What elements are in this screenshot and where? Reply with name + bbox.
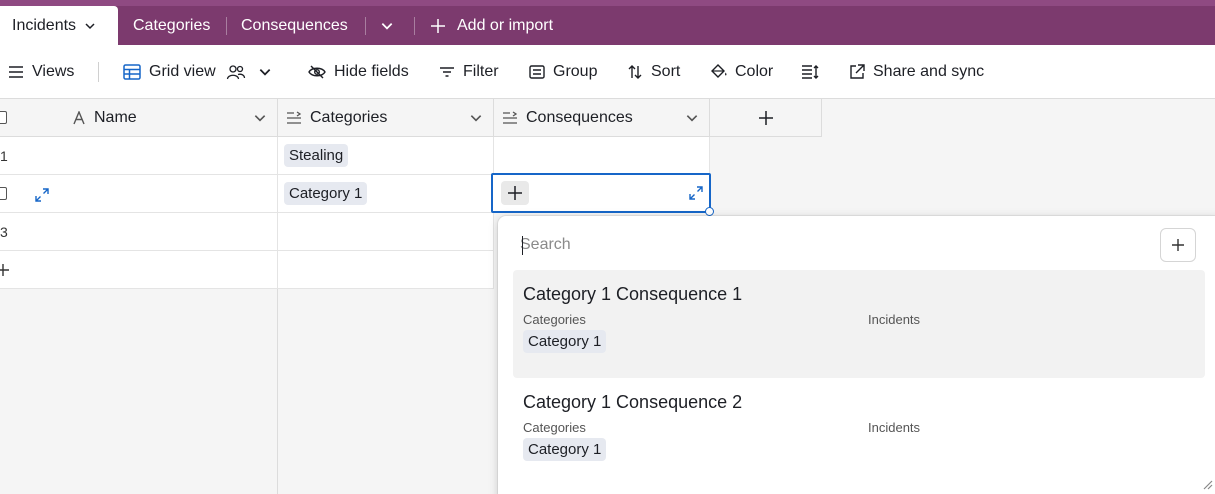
group-icon <box>529 65 545 79</box>
table-tab-bar: Incidents Categories Consequences Add or… <box>0 0 1215 45</box>
tab-divider <box>365 17 366 35</box>
sort-button[interactable]: Sort <box>627 45 680 99</box>
tab-consequences-label: Consequences <box>241 16 348 34</box>
link-record-popover: Category 1 Consequence 1 Categories Inci… <box>498 216 1215 494</box>
plus-icon <box>758 110 773 125</box>
table-row-2-name-cell[interactable] <box>0 175 278 213</box>
record-title: Category 1 Consequence 2 <box>523 392 743 412</box>
view-toolbar: Views Grid view Hide fields Filter Group… <box>0 45 1215 99</box>
select-all-checkbox[interactable] <box>0 111 7 124</box>
group-label: Group <box>553 63 598 80</box>
resize-grip-icon[interactable] <box>1201 478 1213 490</box>
table-row-2-categories-cell[interactable]: Category 1 <box>278 175 494 213</box>
grid-view-switcher[interactable]: Grid view <box>123 45 280 99</box>
add-or-import-label: Add or import <box>457 16 554 34</box>
filter-button[interactable]: Filter <box>439 45 499 99</box>
expand-icon[interactable] <box>689 186 703 200</box>
share-icon <box>850 64 865 79</box>
row-checkbox[interactable] <box>0 187 7 200</box>
tab-categories-label: Categories <box>133 16 211 34</box>
row-number: 1 <box>0 147 8 164</box>
table-row-1-categories-cell[interactable]: Stealing <box>278 137 494 175</box>
row-number: 3 <box>0 223 8 240</box>
column-header-name[interactable]: Name <box>0 99 278 137</box>
list-item[interactable]: Category 1 Consequence 2 Categories Inci… <box>513 378 1205 486</box>
color-label: Color <box>735 63 774 80</box>
plus-icon <box>1172 239 1184 251</box>
row-height-icon <box>802 65 819 79</box>
record-title: Category 1 Consequence 1 <box>523 284 743 304</box>
list-item[interactable]: Category 1 Consequence 1 Categories Inci… <box>513 270 1205 378</box>
views-button[interactable]: Views <box>8 45 74 99</box>
text-caret <box>522 236 523 255</box>
chevron-down-icon <box>381 22 393 30</box>
tab-consequences[interactable]: Consequences <box>241 6 348 45</box>
chevron-down-icon[interactable] <box>685 111 699 125</box>
chevron-down-icon[interactable] <box>469 111 483 125</box>
column-header-label: Name <box>94 108 137 126</box>
add-row-button[interactable] <box>0 251 278 289</box>
link-field-icon <box>287 110 302 124</box>
menu-icon <box>9 66 23 78</box>
field-label: Incidents <box>868 420 921 435</box>
chevron-down-icon <box>85 22 95 29</box>
consequences-editing-cell[interactable] <box>491 173 711 213</box>
column-header-label: Consequences <box>526 108 633 126</box>
toolbar-divider <box>98 62 99 82</box>
eye-slash-icon <box>308 65 326 79</box>
column-divider <box>277 289 278 494</box>
sort-label: Sort <box>651 63 681 80</box>
hide-fields-label: Hide fields <box>334 63 409 80</box>
chevron-down-icon[interactable] <box>253 111 267 125</box>
column-header-label: Categories <box>310 108 388 126</box>
share-and-sync-button[interactable]: Share and sync <box>849 45 984 99</box>
filter-icon <box>440 67 454 77</box>
tabs-overflow-button[interactable] <box>380 6 394 45</box>
sort-icon <box>628 65 642 79</box>
link-field-icon <box>503 110 518 124</box>
grid-icon <box>123 64 141 80</box>
linked-record-pill: Category 1 <box>523 330 607 353</box>
linked-record-pill: Stealing <box>284 144 349 167</box>
tab-divider <box>226 17 227 35</box>
linked-record-pill: Category 1 <box>284 182 368 205</box>
people-icon <box>226 65 245 80</box>
add-field-button[interactable] <box>710 99 822 137</box>
create-record-button[interactable] <box>1160 228 1196 262</box>
linked-record-pill: Category 1 <box>523 438 607 461</box>
views-label: Views <box>32 63 75 80</box>
share-and-sync-label: Share and sync <box>873 63 985 80</box>
hide-fields-button[interactable]: Hide fields <box>308 45 409 99</box>
paint-bucket-icon <box>711 64 727 78</box>
chevron-down-icon <box>259 69 270 76</box>
fill-handle[interactable] <box>705 207 714 216</box>
field-label: Categories <box>523 420 586 435</box>
plus-icon <box>0 264 9 276</box>
color-button[interactable]: Color <box>709 45 773 99</box>
search-input[interactable] <box>520 233 1140 257</box>
table-row-3-name-cell[interactable]: 3 <box>0 213 278 251</box>
text-field-icon <box>73 111 85 125</box>
add-row-spacer <box>278 251 494 289</box>
field-label: Incidents <box>868 312 921 327</box>
filter-label: Filter <box>463 63 499 80</box>
tab-incidents-label: Incidents <box>12 16 77 34</box>
expand-icon[interactable] <box>35 188 49 202</box>
add-linked-record-button[interactable] <box>501 181 529 205</box>
table-row-3-categories-cell[interactable] <box>278 213 494 251</box>
grid-view-label: Grid view <box>149 63 216 80</box>
plus-icon <box>431 18 445 33</box>
row-height-button[interactable] <box>801 45 827 99</box>
tab-incidents[interactable]: Incidents <box>0 6 118 45</box>
tab-divider <box>414 17 415 35</box>
tab-categories[interactable]: Categories <box>133 6 210 45</box>
add-or-import-button[interactable]: Add or import <box>430 6 553 45</box>
table-row-1-name-cell[interactable]: 1 <box>0 137 278 175</box>
plus-icon <box>508 186 522 200</box>
column-header-consequences[interactable]: Consequences <box>494 99 710 137</box>
field-label: Categories <box>523 312 586 327</box>
table-row-1-consequences-cell[interactable] <box>494 137 710 175</box>
column-header-categories[interactable]: Categories <box>278 99 494 137</box>
group-button[interactable]: Group <box>529 45 597 99</box>
